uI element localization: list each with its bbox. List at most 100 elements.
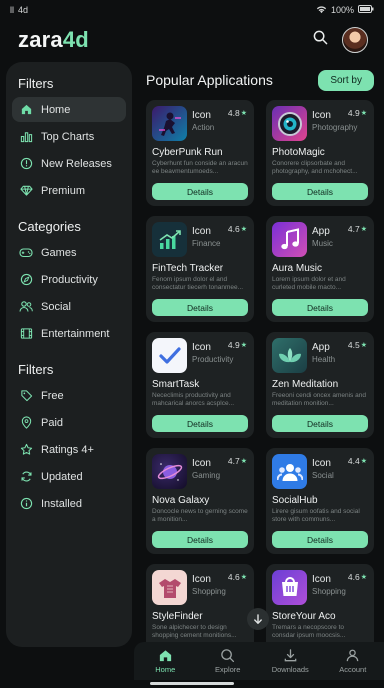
app-name: SmartTask	[152, 379, 200, 390]
app-card-zen-meditation[interactable]: App Health 4.5 ★ Zen Meditation Freeoni c…	[266, 332, 374, 438]
sidebar-item-label: New Releases	[41, 157, 112, 170]
app-card-smarttask[interactable]: Icon Productivity 4.9 ★ SmartTask Nececli…	[146, 332, 254, 438]
details-button[interactable]: Details	[272, 299, 368, 316]
gamepad-icon	[19, 246, 33, 260]
nav-account[interactable]: Account	[322, 642, 384, 680]
app-card-photomagic[interactable]: Icon Photography 4.9 ★ PhotoMagic Conorer…	[266, 100, 374, 206]
filter-updated[interactable]: Updated	[12, 464, 126, 489]
sidebar-item-top-charts[interactable]: Top Charts	[12, 124, 126, 149]
app-description: Fenom ipsum dolor el and consectatur tie…	[152, 276, 244, 291]
tag-icon	[19, 389, 33, 403]
app-category: Health	[312, 355, 336, 364]
sidebar-item-productivity[interactable]: Productivity	[12, 267, 126, 292]
search-icon	[221, 649, 235, 663]
filter-ratings[interactable]: Ratings 4+	[12, 437, 126, 462]
app-description: Doncocle news to gerning scome a monitio…	[152, 508, 248, 523]
filters-heading-2: Filters	[18, 362, 54, 377]
categories-heading: Categories	[18, 219, 81, 234]
app-card-fintech-tracker[interactable]: Icon Finance 4.6 ★ FinTech Tracker Fenom …	[146, 216, 254, 322]
details-button[interactable]: Details	[152, 183, 248, 200]
app-name: FinTech Tracker	[152, 263, 224, 274]
sidebar-item-label: Games	[41, 246, 77, 259]
app-rating: 4.6 ★	[227, 572, 247, 582]
app-card-socialhub[interactable]: Icon Social 4.4 ★ SocialHub Lirere gisum …	[266, 448, 374, 554]
app-card-nova-galaxy[interactable]: Icon Gaming 4.7 ★ Nova Galaxy Doncocle ne…	[146, 448, 254, 554]
nav-downloads[interactable]: Downloads	[259, 642, 322, 680]
filter-paid[interactable]: Paid	[12, 410, 126, 435]
star-icon: ★	[240, 342, 247, 349]
sidebar-item-social[interactable]: Social	[12, 294, 126, 319]
sidebar-item-label: Entertainment	[41, 327, 110, 340]
app-name: CyberPunk Run	[152, 147, 223, 158]
app-description: Tremars a necopscore to consdar ipsum mo…	[272, 624, 346, 639]
app-category: Photography	[312, 123, 358, 132]
sort-button[interactable]: Sort by	[318, 69, 374, 91]
app-name: Aura Music	[272, 263, 323, 274]
avatar[interactable]	[342, 27, 368, 53]
sidebar-item-premium[interactable]: Premium	[12, 178, 126, 203]
app-description: Lirere gisum oofatis and social store wi…	[272, 508, 360, 523]
music-note-icon	[272, 222, 307, 257]
battery-icon	[358, 5, 374, 15]
filter-free[interactable]: Free	[12, 383, 126, 408]
battery-label: 100%	[330, 5, 354, 15]
star-icon	[19, 443, 33, 457]
app-description: Freeoni cendi oncex amenis and meditatio…	[272, 392, 366, 407]
home-indicator	[150, 682, 234, 685]
app-category: Shopping	[192, 587, 226, 596]
details-button[interactable]: Details	[272, 183, 368, 200]
search-icon[interactable]	[313, 30, 328, 50]
film-icon	[19, 327, 33, 341]
sidebar-item-label: Top Charts	[41, 130, 95, 143]
app-card-cyberpunk-run[interactable]: Icon Action 4.8 ★ CyberPunk Run Cyberhunt…	[146, 100, 254, 206]
star-icon: ★	[360, 458, 367, 465]
app-name: Zen Meditation	[272, 379, 339, 390]
filter-label: Free	[41, 389, 64, 402]
details-button[interactable]: Details	[152, 415, 248, 432]
details-button[interactable]: Details	[272, 531, 368, 548]
filter-label: Installed	[41, 497, 82, 510]
icon-label: Icon	[312, 574, 331, 585]
sidebar-item-home[interactable]: Home	[12, 97, 126, 122]
cyberpunk-icon	[152, 106, 187, 141]
app-logo[interactable]: zara4d	[18, 27, 89, 53]
app-rating: 4.7 ★	[347, 224, 367, 234]
app-name: StoreYour Aco	[272, 611, 336, 622]
app-name: SocialHub	[272, 495, 318, 506]
icon-label: Icon	[192, 574, 211, 585]
filter-installed[interactable]: Installed	[12, 491, 126, 516]
details-button[interactable]: Details	[272, 415, 368, 432]
scroll-down-button[interactable]	[247, 608, 269, 630]
refresh-icon	[19, 470, 33, 484]
details-button[interactable]: Details	[152, 531, 248, 548]
sidebar-item-entertainment[interactable]: Entertainment	[12, 321, 126, 346]
sidebar-item-games[interactable]: Games	[12, 240, 126, 265]
filter-label: Updated	[41, 470, 83, 483]
status-bar: ll 4d 100%	[0, 0, 384, 20]
home-icon	[19, 103, 33, 117]
store-icon	[272, 570, 307, 605]
app-category: Music	[312, 239, 333, 248]
camera-lens-icon	[272, 106, 307, 141]
group-icon	[272, 454, 307, 489]
info-icon	[19, 497, 33, 511]
sidebar-item-label: Premium	[41, 184, 86, 197]
location-pin-icon	[19, 416, 33, 430]
details-button[interactable]: Details	[152, 299, 248, 316]
app-category: Shopping	[312, 587, 346, 596]
main-content: Popular Applications Sort by Icon Action…	[140, 62, 378, 670]
sidebar-item-label: Home	[41, 103, 71, 116]
icon-label: Icon	[192, 226, 211, 237]
app-rating: 4.7 ★	[227, 456, 247, 466]
app-grid: Icon Action 4.8 ★ CyberPunk Run Cyberhunt…	[146, 100, 374, 680]
sidebar-item-new-releases[interactable]: New Releases	[12, 151, 126, 176]
nav-explore[interactable]: Explore	[197, 642, 260, 680]
app-category: Action	[192, 123, 215, 132]
app-description: Sone alpichecer to design shopping cemen…	[152, 624, 237, 639]
app-rating: 4.5 ★	[347, 340, 367, 350]
icon-label: Icon	[192, 458, 211, 469]
app-rating: 4.6 ★	[347, 572, 367, 582]
nav-home[interactable]: Home	[134, 642, 197, 680]
app-card-aura-music[interactable]: App Music 4.7 ★ Aura Music Lorem ipsum do…	[266, 216, 374, 322]
wifi-icon	[316, 5, 327, 16]
